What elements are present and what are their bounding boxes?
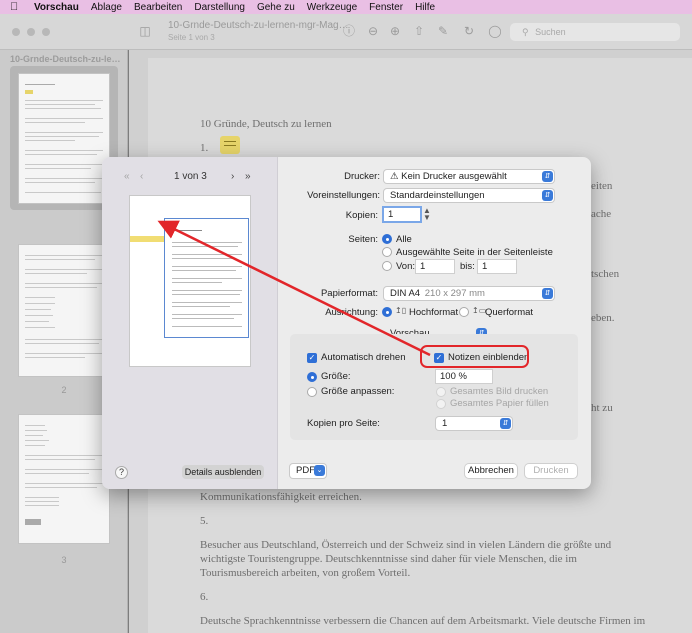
annotation-arrow <box>157 220 431 357</box>
